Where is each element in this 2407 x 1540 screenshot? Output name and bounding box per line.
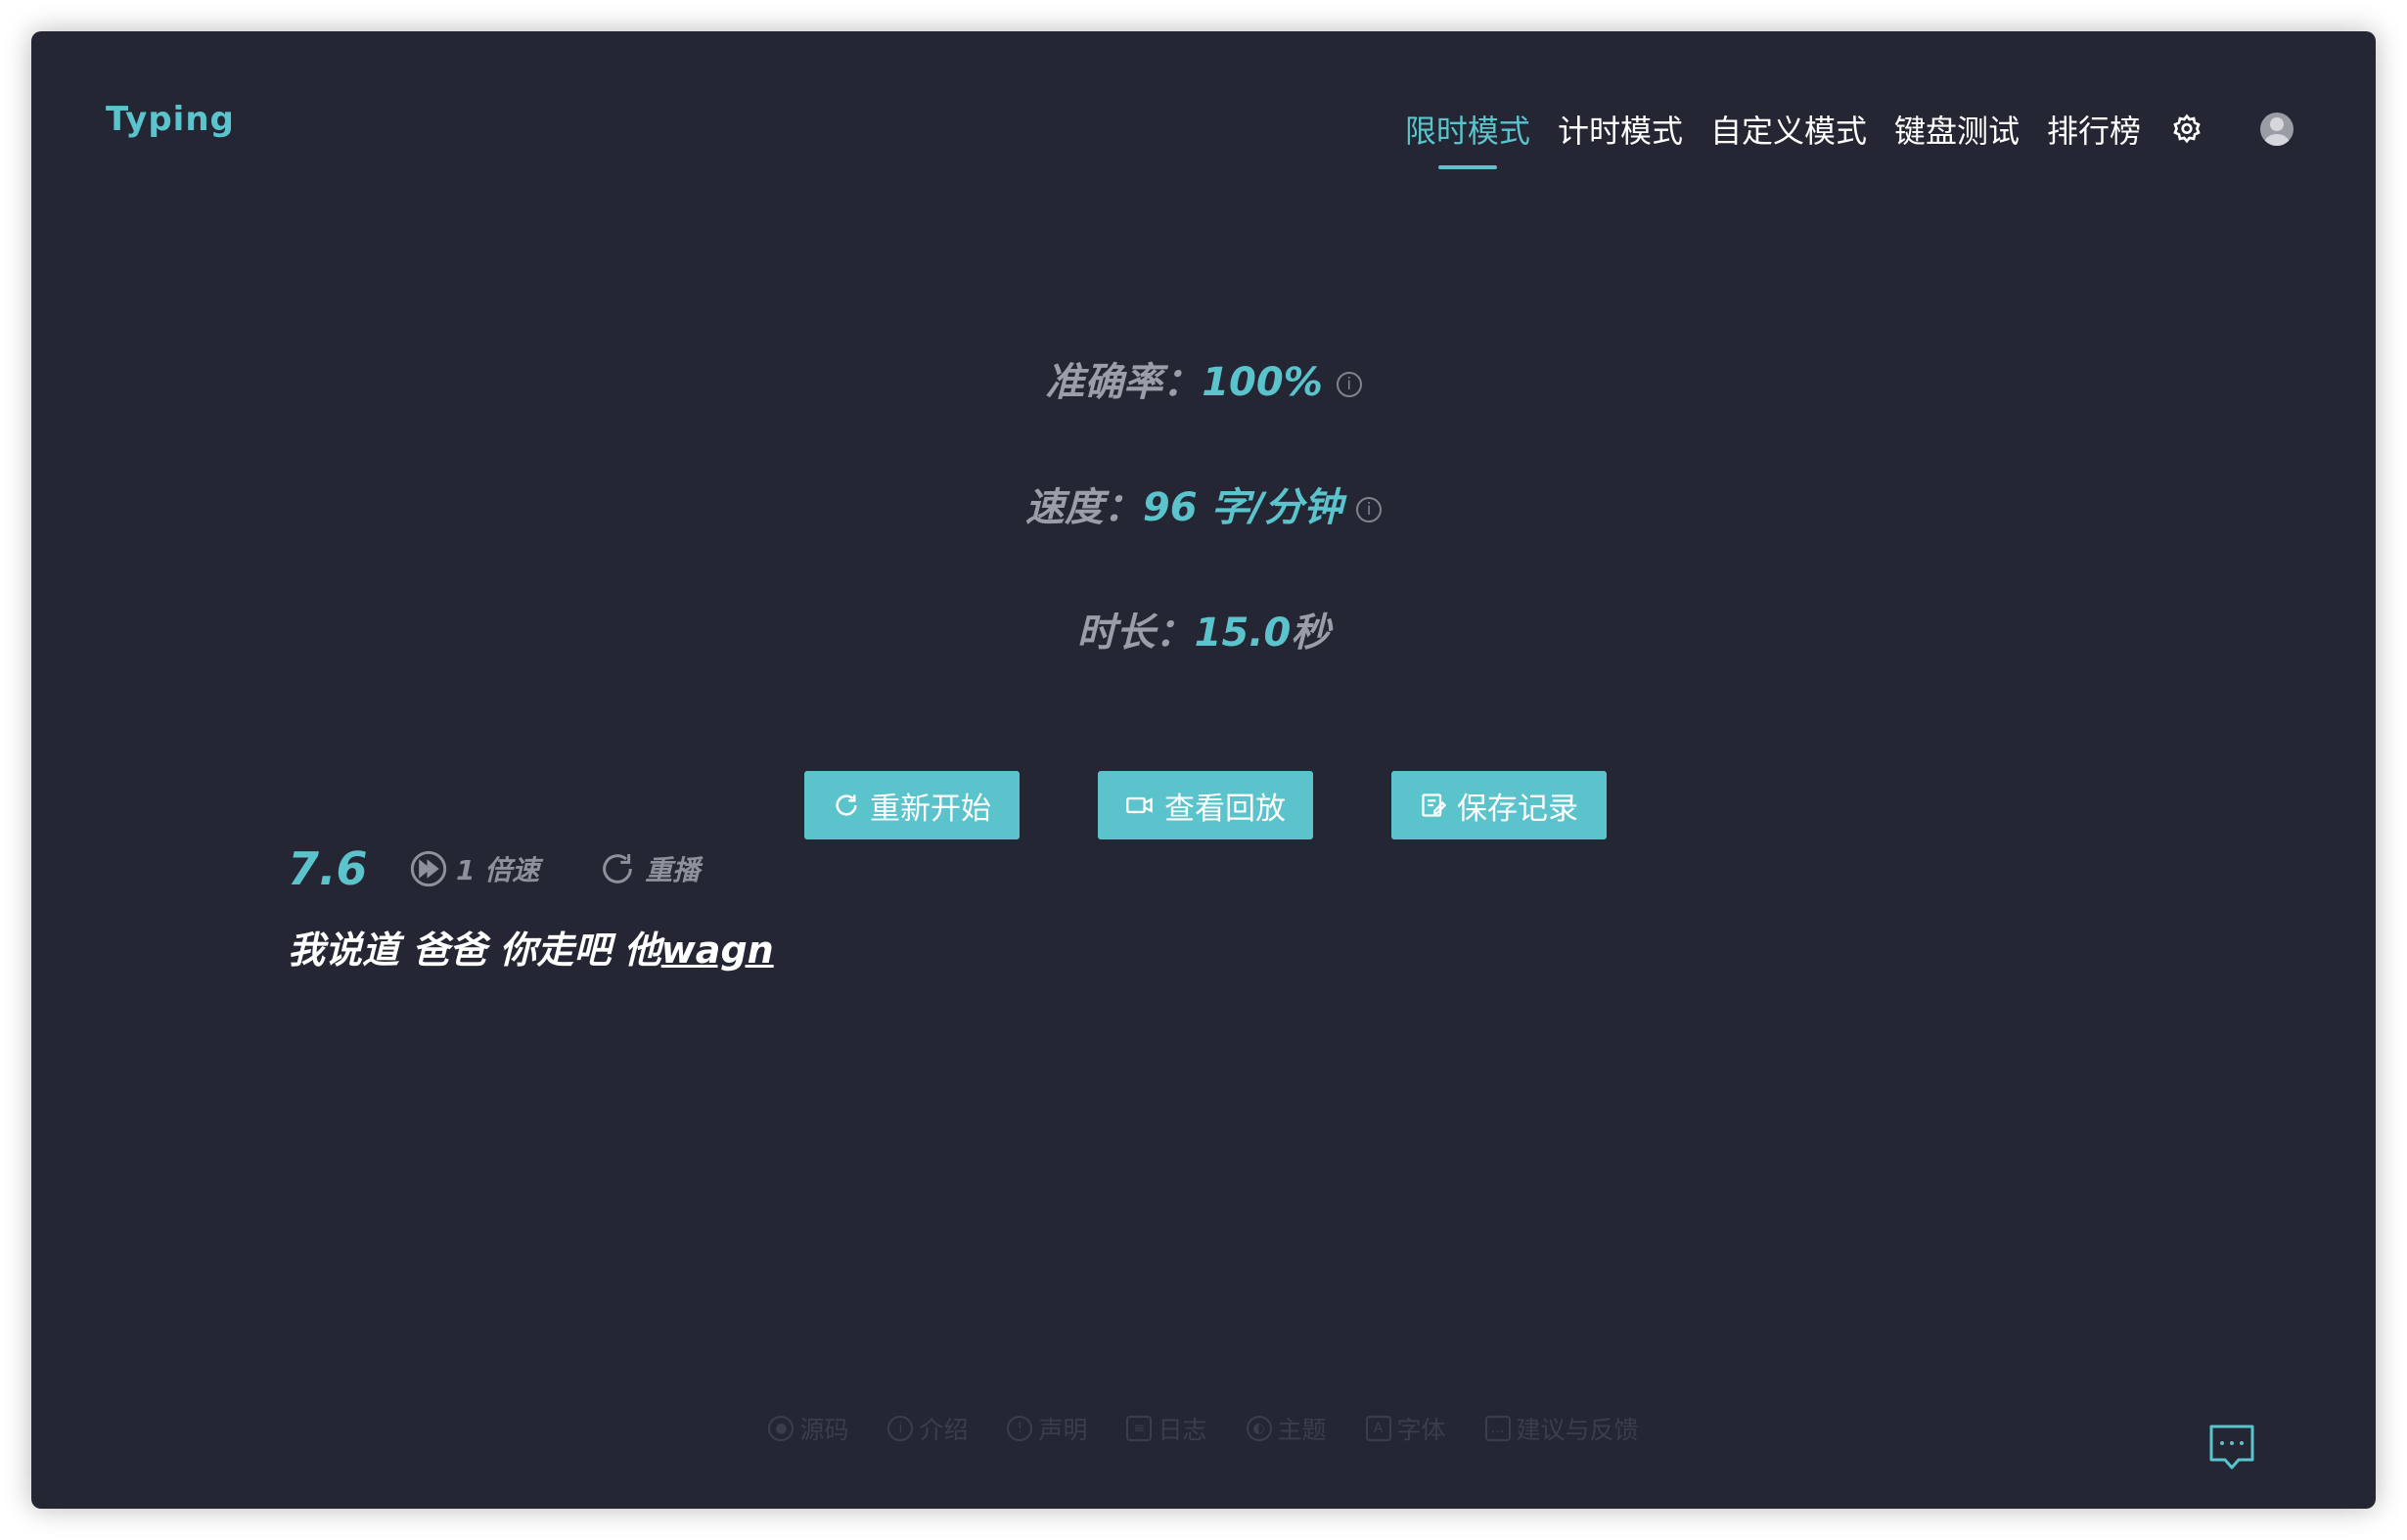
footer-link-feedback[interactable]: … 建议与反馈 bbox=[1484, 1411, 1639, 1446]
replay-panel: 7.6 1 倍速 重播 我说道 爸爸 你走吧 他wagn bbox=[288, 839, 774, 974]
playback-speed-label: 1 倍速 bbox=[456, 854, 540, 886]
view-replay-button[interactable]: 查看回放 bbox=[1098, 771, 1313, 839]
replay-restart-label: 重播 bbox=[645, 854, 701, 886]
footer-link-changelog[interactable]: ≡ 日志 bbox=[1126, 1411, 1207, 1446]
playback-speed-control[interactable]: 1 倍速 bbox=[409, 849, 539, 888]
speed-label: 速度： bbox=[1024, 485, 1143, 530]
footer-link-label: 源码 bbox=[799, 1416, 849, 1444]
edit-icon bbox=[1422, 793, 1447, 817]
top-nav: 限时模式 计时模式 自定义模式 键盘测试 排行榜 bbox=[1378, 100, 2293, 159]
restart-button-label: 重新开始 bbox=[870, 791, 991, 827]
footer-link-font[interactable]: A 字体 bbox=[1365, 1411, 1446, 1446]
video-camera-icon bbox=[1126, 796, 1153, 814]
user-avatar[interactable] bbox=[2260, 113, 2293, 146]
replay-text: 我说道 爸爸 你走吧 他wagn bbox=[288, 920, 774, 974]
speed-value: 96 字/分钟 bbox=[1142, 485, 1343, 530]
duration-stat: 时长：15.0秒 bbox=[31, 601, 2376, 657]
fast-forward-icon bbox=[410, 850, 447, 887]
view-replay-button-label: 查看回放 bbox=[1164, 791, 1286, 827]
gear-icon[interactable] bbox=[2170, 113, 2203, 146]
github-icon: ● bbox=[768, 1416, 795, 1441]
feedback-icon: … bbox=[1484, 1416, 1511, 1441]
nav-item-stopwatch-mode[interactable]: 计时模式 bbox=[1558, 107, 1683, 152]
info-icon: i bbox=[887, 1416, 914, 1441]
replay-restart-control[interactable]: 重播 bbox=[598, 849, 700, 888]
footer-link-statement[interactable]: ! 声明 bbox=[1007, 1411, 1087, 1446]
footer-link-label: 介绍 bbox=[919, 1416, 969, 1444]
nav-item-leaderboard[interactable]: 排行榜 bbox=[2047, 107, 2141, 152]
footer-link-intro[interactable]: i 介绍 bbox=[887, 1411, 968, 1446]
save-record-button-label: 保存记录 bbox=[1457, 791, 1578, 827]
refresh-icon bbox=[836, 794, 857, 816]
nav-item-timed-mode[interactable]: 限时模式 bbox=[1405, 107, 1530, 152]
footer-link-source[interactable]: ● 源码 bbox=[768, 1411, 848, 1446]
save-record-button[interactable]: 保存记录 bbox=[1391, 771, 1607, 839]
info-icon[interactable]: i bbox=[1356, 497, 1383, 522]
shield-icon: ! bbox=[1007, 1416, 1033, 1441]
replay-current-input: wagn bbox=[660, 929, 774, 972]
nav-item-custom-mode[interactable]: 自定义模式 bbox=[1710, 107, 1867, 152]
footer-link-theme[interactable]: ◐ 主题 bbox=[1246, 1411, 1327, 1446]
duration-value: 15.0 bbox=[1194, 611, 1292, 656]
footer-link-label: 建议与反馈 bbox=[1516, 1416, 1639, 1444]
info-icon[interactable]: i bbox=[1336, 372, 1362, 397]
duration-unit: 秒 bbox=[1291, 611, 1331, 656]
duration-label: 时长： bbox=[1076, 611, 1195, 656]
palette-icon: ◐ bbox=[1246, 1416, 1272, 1441]
speed-stat: 速度：96 字/分钟 i bbox=[31, 476, 2376, 532]
restart-button[interactable]: 重新开始 bbox=[804, 771, 1020, 839]
footer-link-label: 日志 bbox=[1158, 1416, 1207, 1444]
replay-typed-text: 我说道 爸爸 你走吧 他 bbox=[288, 929, 661, 972]
footer-link-label: 声明 bbox=[1038, 1416, 1088, 1444]
chat-icon[interactable] bbox=[2207, 1423, 2256, 1473]
replay-icon bbox=[603, 854, 633, 883]
footer-link-label: 字体 bbox=[1396, 1416, 1446, 1444]
accuracy-value: 100% bbox=[1202, 360, 1323, 405]
footer-links: ● 源码 i 介绍 ! 声明 ≡ 日志 ◐ 主题 A 字体 … 建议与反馈 bbox=[31, 1411, 2376, 1446]
app-window: Typing 限时模式 计时模式 自定义模式 键盘测试 排行榜 准确率：100%… bbox=[31, 31, 2376, 1509]
nav-item-keyboard-test[interactable]: 键盘测试 bbox=[1894, 107, 2020, 152]
footer-link-label: 主题 bbox=[1277, 1416, 1327, 1444]
app-logo[interactable]: Typing bbox=[106, 100, 235, 139]
accuracy-stat: 准确率：100% i bbox=[31, 350, 2376, 407]
calendar-icon: ≡ bbox=[1126, 1416, 1153, 1441]
accuracy-label: 准确率： bbox=[1045, 360, 1203, 405]
replay-time: 7.6 bbox=[288, 842, 368, 895]
font-icon: A bbox=[1365, 1416, 1391, 1441]
